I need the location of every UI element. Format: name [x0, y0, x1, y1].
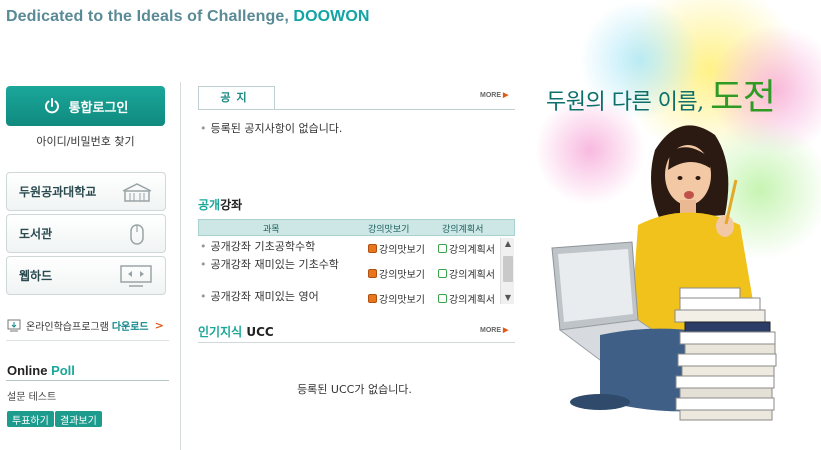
notice-more-link[interactable]: MORE ▶: [480, 91, 508, 99]
ucc-more-link[interactable]: MORE ▶: [480, 326, 508, 334]
notice-empty-message: • 등록된 공지사항이 없습니다.: [200, 122, 343, 135]
lecture-plan-button[interactable]: 강의계획서: [438, 241, 495, 256]
video-icon: [368, 269, 377, 278]
divider: [198, 342, 515, 343]
quick-link-library[interactable]: 도서관: [6, 214, 166, 253]
mouse-icon: [130, 223, 144, 245]
column-divider: [180, 82, 181, 450]
column-preview: 강의맛보기: [368, 225, 410, 235]
lecture-title[interactable]: • 공개강좌 기초공학수학: [200, 240, 358, 253]
popular-ucc-title: 인기지식 UCC: [198, 325, 274, 339]
lectures-table-header: 과목 강의맛보기 강의계획서: [198, 219, 515, 236]
video-icon: [368, 294, 377, 303]
quick-link-label: 두원공과대학교: [19, 185, 97, 199]
online-learning-program: 온라인학습프로그램 다운로드 >: [6, 318, 169, 333]
lecture-title[interactable]: • 공개강좌 재미있는 영어: [200, 290, 358, 303]
document-icon: [438, 294, 447, 303]
slogan: 두원의 다른 이름, 도전: [546, 77, 776, 118]
divider: [198, 109, 515, 110]
arrow-right-icon: >: [154, 319, 164, 332]
quick-link-webhard[interactable]: 웹하드: [6, 256, 166, 295]
brand-name: DOOWON: [293, 8, 370, 25]
login-label: 통합로그인: [68, 100, 129, 116]
slogan-highlight: 도전: [710, 77, 776, 118]
quick-link-college[interactable]: 두원공과대학교: [6, 172, 166, 211]
document-icon: [438, 244, 447, 253]
power-icon: [44, 98, 59, 114]
poll-question: 설문 테스트: [7, 392, 57, 403]
divider: [6, 340, 169, 341]
scroll-thumb[interactable]: [503, 256, 513, 282]
scroll-up-icon[interactable]: ▲: [501, 238, 515, 250]
column-plan: 강의계획서: [442, 225, 484, 235]
document-icon: [438, 269, 447, 278]
bullet-icon: •: [200, 122, 207, 135]
tab-notice[interactable]: 공지: [198, 86, 275, 110]
quick-link-label: 도서관: [19, 227, 53, 241]
lecture-plan-button[interactable]: 강의계획서: [438, 291, 495, 304]
ucc-empty-message: 등록된 UCC가 없습니다.: [297, 383, 412, 396]
triangle-right-icon: ▶: [502, 327, 509, 334]
site-tagline: Dedicated to the Ideals of Challenge, DO…: [6, 8, 370, 25]
school-building-icon: [122, 182, 152, 202]
table-row: • 공개강좌 재미있는 영어 강의맛보기 강의계획서: [198, 290, 500, 304]
lectures-table-body: • 공개강좌 기초공학수학 강의맛보기 강의계획서 • 공개강좌 재미있는 기초수학…: [198, 238, 515, 304]
table-row: • 공개강좌 기초공학수학 강의맛보기 강의계획서: [198, 240, 500, 256]
find-id-password-link[interactable]: 아이디/비밀번호 찾기: [6, 133, 165, 149]
download-link[interactable]: 다운로드: [112, 318, 149, 333]
lecture-preview-button[interactable]: 강의맛보기: [368, 241, 425, 256]
lecture-title[interactable]: • 공개강좌 재미있는 기초수학: [200, 258, 358, 271]
integrated-login-button[interactable]: 통합로그인: [6, 86, 165, 126]
view-results-button[interactable]: 결과보기: [55, 411, 102, 427]
poll-title: Online Poll: [7, 363, 75, 378]
vote-button[interactable]: 투표하기: [7, 411, 54, 427]
scroll-down-icon[interactable]: ▼: [501, 292, 515, 304]
triangle-right-icon: ▶: [502, 92, 509, 99]
open-lectures-title: 공개강좌: [198, 198, 243, 212]
divider: [6, 380, 169, 381]
video-icon: [368, 244, 377, 253]
lecture-preview-button[interactable]: 강의맛보기: [368, 266, 425, 281]
monitor-icon: [120, 264, 152, 287]
lecture-plan-button[interactable]: 강의계획서: [438, 266, 495, 281]
online-program-label: 온라인학습프로그램: [26, 322, 109, 333]
quick-link-label: 웹하드: [19, 269, 53, 283]
lecture-preview-button[interactable]: 강의맛보기: [368, 291, 425, 304]
lectures-scrollbar[interactable]: ▲ ▼: [500, 238, 514, 304]
column-subject: 과목: [263, 225, 280, 235]
download-icon: [7, 319, 21, 331]
table-row: • 공개강좌 재미있는 기초수학 강의맛보기 강의계획서: [198, 258, 500, 286]
